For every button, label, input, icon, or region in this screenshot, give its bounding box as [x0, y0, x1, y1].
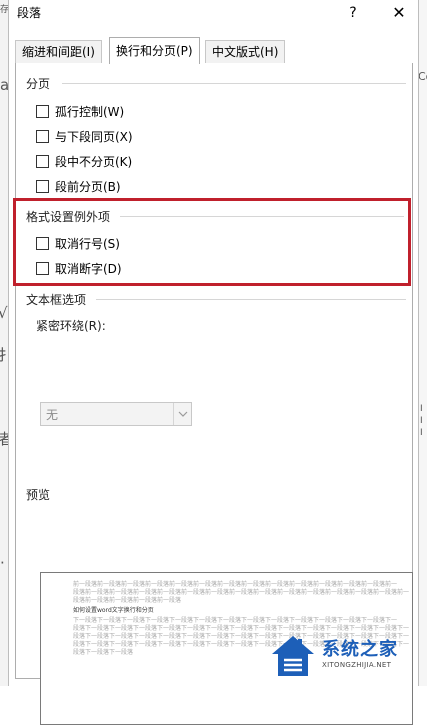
- checkbox-label: 取消断字(D): [55, 261, 122, 276]
- tight-wrap-value: 无: [46, 408, 59, 422]
- watermark-subtitle: XITONGZHIJIA.NET: [322, 661, 392, 669]
- tight-wrap-select[interactable]: 无: [40, 402, 192, 426]
- keep-lines-together-checkbox[interactable]: 段中不分页(K): [36, 151, 132, 171]
- group-title-formatting-exceptions: 格式设置例外项: [26, 210, 111, 224]
- checkbox-box[interactable]: [36, 261, 49, 275]
- checkbox-box[interactable]: [36, 236, 49, 250]
- background-char: Co: [418, 70, 427, 83]
- chevron-down-icon[interactable]: [173, 403, 191, 425]
- background-char: I: [420, 416, 423, 426]
- background-char: I: [420, 404, 423, 414]
- close-button[interactable]: ✕: [385, 2, 413, 24]
- dont-hyphenate-checkbox[interactable]: 取消断字(D): [36, 258, 122, 278]
- checkbox-label: 段前分页(B): [55, 179, 121, 194]
- group-divider: [96, 299, 406, 300]
- page-break-before-checkbox[interactable]: 段前分页(B): [36, 176, 121, 196]
- checkbox-label: 取消行号(S): [55, 236, 120, 251]
- checkbox-box[interactable]: [36, 129, 49, 143]
- preview-previous-paragraph: 段落前一段落前一段落前一段落前一段落: [73, 597, 182, 604]
- dialog-titlebar[interactable]: 段落 ? ✕: [9, 0, 418, 28]
- group-title-pagination: 分页: [26, 77, 51, 91]
- background-char: I: [420, 428, 423, 438]
- background-document-left: 存 a √ 扌 者 ·: [0, 0, 13, 686]
- preview-next-paragraph: 下一段落下一段落下一段落下一段落下一段落下一段落下一段落下一段落下一段落下一段落…: [73, 617, 398, 624]
- tab-panel-line-and-page-breaks: 分页 孤行控制(W) 与下段同页(X) 段中不分页(K) 段前分页(B) 格式设…: [15, 63, 413, 725]
- watermark-logo: 系统之家 XITONGZHIJIA.NET: [270, 632, 420, 680]
- house-logo-icon: [272, 636, 314, 676]
- tab-line-and-page-breaks[interactable]: 换行和分页(P): [109, 37, 200, 64]
- preview-previous-paragraph: 前一段落前一段落前一段落前一段落前一段落前一段落前一段落前一段落前一段落前一段落…: [73, 581, 398, 588]
- group-divider: [120, 216, 404, 217]
- dialog-title: 段落: [17, 6, 42, 20]
- keep-with-next-checkbox[interactable]: 与下段同页(X): [36, 126, 133, 146]
- checkbox-box[interactable]: [36, 179, 49, 193]
- watermark-title: 系统之家: [322, 639, 398, 660]
- group-title-preview: 预览: [26, 488, 51, 502]
- checkbox-box[interactable]: [36, 104, 49, 118]
- checkbox-label: 段中不分页(K): [55, 154, 133, 169]
- help-button[interactable]: ?: [341, 2, 365, 24]
- group-divider: [62, 83, 406, 84]
- preview-next-paragraph: 段落下一段落下一段落: [73, 649, 134, 656]
- tab-indents-and-spacing[interactable]: 缩进和间距(I): [15, 40, 102, 63]
- tight-wrap-label: 紧密环绕(R):: [36, 319, 106, 333]
- group-title-textbox-options: 文本框选项: [26, 293, 87, 307]
- background-char: ·: [0, 554, 5, 572]
- suppress-line-numbers-checkbox[interactable]: 取消行号(S): [36, 233, 120, 253]
- widow-control-checkbox[interactable]: 孤行控制(W): [36, 101, 124, 121]
- preview-previous-paragraph: 段落前一段落前一段落前一段落前一段落前一段落前一段落前一段落前一段落前一段落前一…: [73, 589, 410, 596]
- checkbox-label: 与下段同页(X): [55, 129, 133, 144]
- checkbox-box[interactable]: [36, 154, 49, 168]
- preview-sample-text: 如何设置word文字换行和分页: [73, 607, 154, 614]
- paragraph-dialog: 段落 ? ✕ 缩进和间距(I) 换行和分页(P) 中文版式(H) 分页 孤行控制…: [8, 0, 419, 725]
- tab-asian-typography[interactable]: 中文版式(H): [205, 40, 286, 63]
- background-char: √: [0, 304, 8, 322]
- checkbox-label: 孤行控制(W): [55, 104, 125, 119]
